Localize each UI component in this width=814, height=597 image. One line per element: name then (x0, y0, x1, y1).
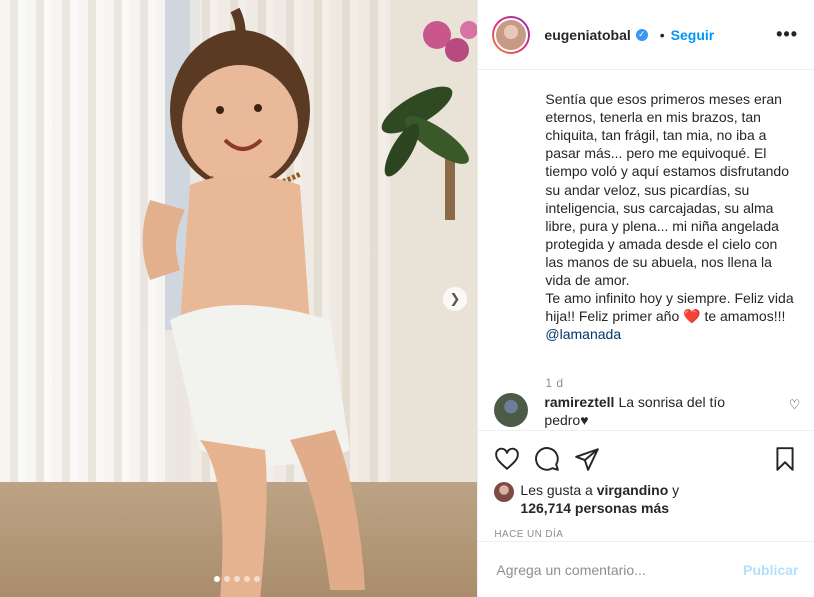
bookmark-icon[interactable] (772, 446, 798, 472)
like-heart-icon[interactable] (494, 446, 520, 472)
likes-summary: Les gusta a virgandino y 126,714 persona… (494, 481, 798, 517)
add-comment-bar: Publicar (478, 541, 814, 597)
liker-avatar[interactable] (494, 482, 515, 502)
carousel-dot (234, 576, 240, 582)
post-photo[interactable]: ❯ (0, 0, 478, 597)
publish-button[interactable]: Publicar (743, 562, 798, 578)
carousel-dot (214, 576, 220, 582)
liker-username[interactable]: virgandino (597, 482, 669, 498)
caption-age: 1 d (545, 375, 564, 390)
comment-input[interactable] (494, 560, 744, 579)
more-options-icon[interactable]: ••• (776, 24, 798, 45)
mention-link[interactable]: @lamanada (545, 325, 794, 343)
like-comment-heart-icon[interactable]: ♡ (789, 397, 801, 429)
carousel-dot (254, 576, 260, 582)
share-paper-plane-icon[interactable] (574, 446, 600, 472)
comment-item: ramireztell La sonrisa del tío pedro♥ ♡ (494, 393, 800, 429)
carousel-indicator (214, 576, 260, 582)
post-sidebar: eugeniatobal ✓ • Seguir ••• Sentía que e… (477, 0, 814, 597)
carousel-dot (224, 576, 230, 582)
post-actions: Les gusta a virgandino y 126,714 persona… (478, 430, 814, 550)
chevron-right-icon: ❯ (449, 291, 461, 306)
baby-figure (142, 7, 365, 597)
likes-conjunction: y (672, 482, 680, 498)
post-date: HACE UN DÍA (494, 529, 564, 540)
comment-text-block: ramireztell La sonrisa del tío pedro♥ (544, 393, 764, 429)
comments-section[interactable]: Sentía que esos primeros meses eran eter… (478, 70, 814, 430)
likes-prefix: Les gusta a (520, 482, 593, 498)
author-username[interactable]: eugeniatobal (544, 27, 630, 43)
verified-badge-icon: ✓ (635, 28, 648, 41)
instagram-post: ❯ eugeniatobal ✓ • Seguir ••• Sentía que… (0, 0, 814, 597)
likes-count[interactable]: 126,714 personas más (520, 500, 669, 516)
caption-text: Sentía que esos primeros meses eran eter… (545, 91, 794, 325)
likes-text: Les gusta a virgandino y 126,714 persona… (520, 481, 679, 517)
commenter-avatar[interactable] (494, 393, 529, 427)
action-icons-row (494, 439, 798, 479)
separator-dot: • (659, 26, 665, 43)
carousel-dot (244, 576, 250, 582)
author-avatar[interactable] (492, 15, 531, 54)
post-header: eugeniatobal ✓ • Seguir ••• (478, 0, 814, 70)
follow-button[interactable]: Seguir (671, 27, 715, 43)
commenter-username[interactable]: ramireztell (544, 394, 614, 410)
comment-bubble-icon[interactable] (534, 446, 560, 472)
next-image-button[interactable]: ❯ (443, 287, 467, 311)
post-caption: Sentía que esos primeros meses eran eter… (478, 72, 814, 362)
